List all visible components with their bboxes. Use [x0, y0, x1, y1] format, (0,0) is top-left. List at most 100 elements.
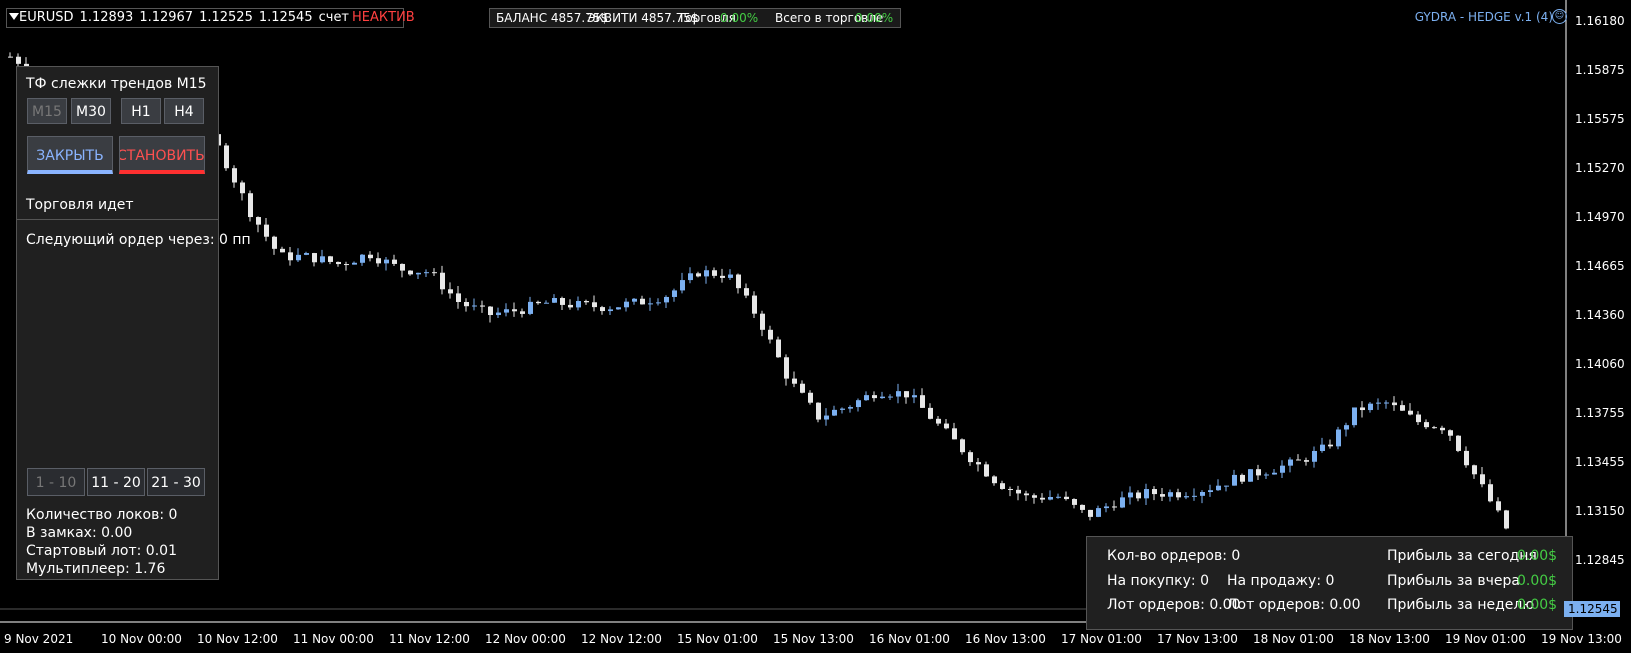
candle-body: [640, 298, 645, 305]
candle-body: [1224, 485, 1229, 487]
quote-low: 1.12525: [199, 10, 253, 25]
candle-body: [888, 396, 893, 398]
candle-body: [376, 258, 381, 264]
symbol-name: EURUSD: [19, 10, 74, 25]
trading-status: Торговля идет: [26, 197, 134, 213]
candle-body: [1312, 450, 1317, 462]
candle-body: [1256, 469, 1261, 476]
candle-body: [608, 309, 613, 312]
candle-body: [936, 418, 941, 424]
candle-body: [816, 402, 821, 420]
start-lot: Стартовый лот: 0.01: [26, 543, 177, 559]
candle-body: [288, 252, 293, 261]
price-tick: 1.12845: [1575, 553, 1625, 567]
page-button-1-10[interactable]: 1 - 10: [27, 468, 85, 496]
tf-button-m30[interactable]: M30: [71, 98, 111, 124]
candle-body: [624, 301, 629, 308]
lot-orders-sell: Лот ордеров: 0.00: [1227, 597, 1361, 613]
account-status: НЕАКТИВ: [352, 10, 415, 25]
price-tick: 1.15270: [1575, 161, 1625, 175]
quote-open: 1.12893: [79, 10, 134, 25]
candle-body: [1104, 506, 1109, 509]
candle-body: [704, 270, 709, 277]
candle-body: [808, 392, 813, 403]
candle-body: [688, 273, 693, 281]
candle-body: [560, 298, 565, 305]
account-label: счет: [318, 10, 350, 25]
quote-close: 1.12545: [258, 10, 313, 25]
candle-body: [928, 407, 933, 419]
candle-body: [248, 193, 253, 218]
page-button-11-20[interactable]: 11 - 20: [87, 468, 145, 496]
candle-body: [768, 329, 773, 340]
multiplier: Мультиплеер: 1.76: [26, 561, 166, 577]
smile-icon[interactable]: ☺: [1552, 9, 1567, 24]
candle-body: [440, 272, 445, 290]
tf-button-h4[interactable]: H4: [164, 98, 204, 124]
profit-today-value: 0.00$: [1517, 548, 1558, 564]
candle-body: [736, 274, 741, 289]
candle-body: [904, 391, 909, 398]
buy-count: На покупку: 0: [1107, 573, 1209, 589]
candle-body: [464, 301, 469, 307]
candle-body: [432, 272, 437, 274]
candle-body: [784, 357, 789, 379]
candle-body: [976, 462, 981, 465]
candle-body: [1448, 430, 1453, 436]
time-tick: 16 Nov 13:00: [965, 632, 1046, 646]
candle-body: [512, 309, 517, 312]
candle-body: [880, 396, 885, 399]
candle-body: [800, 383, 805, 393]
candle-body: [256, 217, 261, 225]
price-tick: 1.16180: [1575, 14, 1625, 28]
candle-body: [1160, 494, 1165, 497]
candle-body: [8, 56, 13, 58]
candle-body: [760, 313, 765, 330]
price-tick: 1.13455: [1575, 455, 1625, 469]
candle-body: [520, 311, 525, 314]
candle-body: [1144, 489, 1149, 499]
tf-button-h1[interactable]: H1: [121, 98, 161, 124]
candle-body: [984, 464, 989, 477]
candle-body: [1328, 444, 1333, 447]
candle-body: [696, 273, 701, 277]
candle-body: [1056, 496, 1061, 498]
candle-body: [616, 307, 621, 310]
candle-body: [1008, 488, 1013, 490]
candle-body: [1080, 504, 1085, 510]
chevron-down-icon[interactable]: [9, 13, 19, 20]
candle-body: [1296, 459, 1301, 461]
trading-value: 0.00%: [720, 11, 759, 25]
candle-body: [1360, 407, 1365, 411]
candle-body: [1136, 492, 1141, 499]
candle-body: [952, 428, 957, 440]
candle-body: [752, 295, 757, 314]
page-button-21-30[interactable]: 21 - 30: [147, 468, 205, 496]
stop-button[interactable]: ОСТАНОВИТЬ: [119, 136, 205, 174]
next-order-info: Следующий ордер через: 0 пп: [26, 232, 251, 248]
candle-body: [912, 395, 917, 398]
candle-body: [472, 305, 477, 307]
candle-body: [832, 409, 837, 416]
close-button[interactable]: ЗАКРЫТЬ: [27, 136, 113, 174]
lot-orders-buy: Лот ордеров: 0.00: [1107, 597, 1241, 613]
ea-title: GYDRA - HEDGE v.1 (4): [1414, 10, 1553, 24]
price-tick: 1.14665: [1575, 259, 1625, 273]
candle-body: [1248, 469, 1253, 482]
current-price-tag: 1.12545: [1564, 601, 1620, 617]
candle-body: [1304, 460, 1309, 462]
candle-body: [1384, 402, 1389, 404]
candle-body: [584, 301, 589, 303]
candle-body: [1416, 414, 1421, 423]
candle-body: [536, 301, 541, 304]
candle-body: [1472, 465, 1477, 475]
candle-body: [1088, 509, 1093, 517]
candle-body: [488, 306, 493, 316]
candle-body: [328, 256, 333, 262]
candle-body: [1288, 459, 1293, 466]
profit-yesterday-label: Прибыль за вчера: [1387, 573, 1520, 589]
time-tick: 9 Nov 2021: [4, 632, 74, 646]
candle-body: [304, 253, 309, 255]
candle-body: [1320, 444, 1325, 451]
tf-button-m15[interactable]: M15: [27, 98, 67, 124]
